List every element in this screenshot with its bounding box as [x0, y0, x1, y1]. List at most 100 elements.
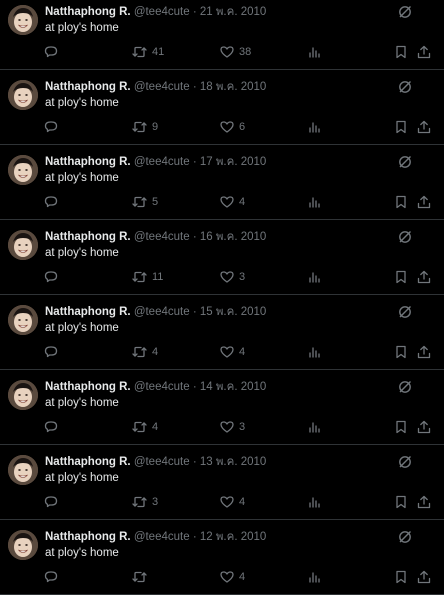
share-button[interactable] [417, 119, 431, 135]
views-button[interactable] [308, 419, 320, 435]
author-name[interactable]: Natthaphong R. [45, 6, 131, 18]
avatar[interactable] [8, 230, 38, 260]
share-button[interactable] [417, 269, 431, 285]
grok-icon[interactable] [397, 79, 413, 95]
tweet[interactable]: Natthaphong R. @tee4cute · 14 พ.ค. 2010 … [0, 370, 444, 445]
retweet-button[interactable]: 5 [132, 194, 158, 210]
avatar[interactable] [8, 80, 38, 110]
retweet-button[interactable] [132, 569, 152, 585]
tweet-actions: 41 38 [44, 44, 431, 60]
author-handle[interactable]: @tee4cute [134, 531, 190, 543]
share-button[interactable] [417, 44, 431, 60]
reply-button[interactable] [44, 419, 58, 435]
tweet[interactable]: Natthaphong R. @tee4cute · 16 พ.ค. 2010 … [0, 220, 444, 295]
tweet-actions: 9 6 [44, 119, 431, 135]
like-button[interactable]: 4 [220, 494, 245, 510]
author-name[interactable]: Natthaphong R. [45, 81, 131, 93]
author-handle[interactable]: @tee4cute [134, 6, 190, 18]
reply-button[interactable] [44, 119, 58, 135]
tweet-date[interactable]: 17 พ.ค. 2010 [200, 156, 266, 168]
author-name[interactable]: Natthaphong R. [45, 531, 131, 543]
reply-button[interactable] [44, 194, 58, 210]
views-button[interactable] [308, 569, 320, 585]
bookmark-button[interactable] [395, 569, 407, 585]
avatar[interactable] [8, 455, 38, 485]
tweet[interactable]: Natthaphong R. @tee4cute · 13 พ.ค. 2010 … [0, 445, 444, 520]
tweet-date[interactable]: 14 พ.ค. 2010 [200, 381, 266, 393]
share-button[interactable] [417, 419, 431, 435]
like-button[interactable]: 38 [220, 44, 251, 60]
retweet-button[interactable]: 4 [132, 419, 158, 435]
reply-button[interactable] [44, 569, 58, 585]
author-handle[interactable]: @tee4cute [134, 156, 190, 168]
author-handle[interactable]: @tee4cute [134, 231, 190, 243]
avatar[interactable] [8, 305, 38, 335]
retweet-button[interactable]: 3 [132, 494, 158, 510]
avatar[interactable] [8, 5, 38, 35]
retweet-button[interactable]: 11 [132, 269, 163, 285]
tweet-date[interactable]: 13 พ.ค. 2010 [200, 456, 266, 468]
grok-icon[interactable] [397, 4, 413, 20]
grok-icon[interactable] [397, 529, 413, 545]
avatar[interactable] [8, 155, 38, 185]
retweet-button[interactable]: 41 [132, 44, 164, 60]
tweet[interactable]: Natthaphong R. @tee4cute · 18 พ.ค. 2010 … [0, 70, 444, 145]
views-button[interactable] [308, 44, 320, 60]
like-button[interactable]: 6 [220, 119, 245, 135]
grok-icon[interactable] [397, 229, 413, 245]
grok-icon[interactable] [397, 154, 413, 170]
avatar[interactable] [8, 530, 38, 560]
author-name[interactable]: Natthaphong R. [45, 381, 131, 393]
reply-button[interactable] [44, 44, 58, 60]
tweet[interactable]: Natthaphong R. @tee4cute · 17 พ.ค. 2010 … [0, 145, 444, 220]
grok-icon[interactable] [397, 379, 413, 395]
views-button[interactable] [308, 119, 320, 135]
grok-icon[interactable] [397, 454, 413, 470]
author-handle[interactable]: @tee4cute [134, 381, 190, 393]
like-button[interactable]: 4 [220, 194, 245, 210]
like-button[interactable]: 3 [220, 269, 245, 285]
views-button[interactable] [308, 194, 320, 210]
bookmark-icon [396, 420, 406, 434]
author-name[interactable]: Natthaphong R. [45, 306, 131, 318]
avatar[interactable] [8, 380, 38, 410]
author-name[interactable]: Natthaphong R. [45, 231, 131, 243]
reply-button[interactable] [44, 269, 58, 285]
views-button[interactable] [308, 494, 320, 510]
bookmark-button[interactable] [395, 119, 407, 135]
reply-button[interactable] [44, 344, 58, 360]
share-button[interactable] [417, 569, 431, 585]
tweet[interactable]: Natthaphong R. @tee4cute · 21 พ.ค. 2010 … [0, 0, 444, 70]
retweet-button[interactable]: 9 [132, 119, 158, 135]
like-button[interactable]: 4 [220, 344, 245, 360]
views-button[interactable] [308, 344, 320, 360]
tweet-date[interactable]: 18 พ.ค. 2010 [200, 81, 266, 93]
author-handle[interactable]: @tee4cute [134, 456, 190, 468]
bookmark-button[interactable] [395, 419, 407, 435]
like-button[interactable]: 4 [220, 569, 245, 585]
bookmark-button[interactable] [395, 269, 407, 285]
reply-button[interactable] [44, 494, 58, 510]
retweet-button[interactable]: 4 [132, 344, 158, 360]
bookmark-button[interactable] [395, 494, 407, 510]
grok-icon[interactable] [397, 304, 413, 320]
share-button[interactable] [417, 344, 431, 360]
views-button[interactable] [308, 269, 320, 285]
author-handle[interactable]: @tee4cute [134, 81, 190, 93]
bookmark-button[interactable] [395, 44, 407, 60]
author-name[interactable]: Natthaphong R. [45, 156, 131, 168]
share-button[interactable] [417, 494, 431, 510]
retweet-icon [132, 571, 147, 583]
share-button[interactable] [417, 194, 431, 210]
tweet[interactable]: Natthaphong R. @tee4cute · 12 พ.ค. 2010 … [0, 520, 444, 595]
tweet-date[interactable]: 12 พ.ค. 2010 [200, 531, 266, 543]
bookmark-button[interactable] [395, 194, 407, 210]
bookmark-button[interactable] [395, 344, 407, 360]
tweet-date[interactable]: 15 พ.ค. 2010 [200, 306, 266, 318]
like-button[interactable]: 3 [220, 419, 245, 435]
tweet-date[interactable]: 21 พ.ค. 2010 [200, 6, 266, 18]
tweet-date[interactable]: 16 พ.ค. 2010 [200, 231, 266, 243]
author-handle[interactable]: @tee4cute [134, 306, 190, 318]
author-name[interactable]: Natthaphong R. [45, 456, 131, 468]
tweet[interactable]: Natthaphong R. @tee4cute · 15 พ.ค. 2010 … [0, 295, 444, 370]
